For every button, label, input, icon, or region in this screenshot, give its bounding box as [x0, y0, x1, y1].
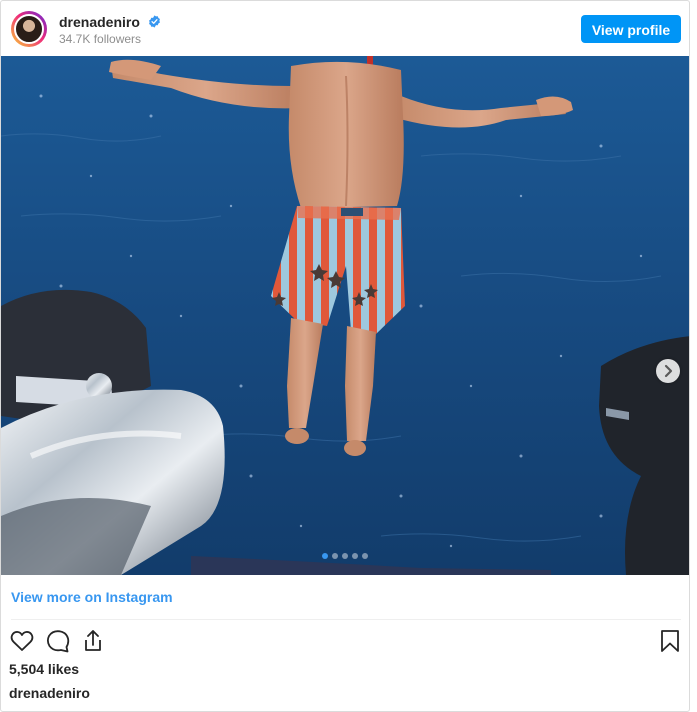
follower-count: 34.7K followers	[59, 32, 142, 46]
share-button[interactable]	[80, 628, 106, 654]
carousel-dot	[362, 553, 368, 559]
username-link[interactable]: drenadeniro	[59, 14, 161, 30]
save-button[interactable]	[657, 628, 683, 654]
username-text: drenadeniro	[59, 14, 140, 30]
carousel-dot	[352, 553, 358, 559]
divider	[11, 619, 681, 620]
post-image[interactable]	[1, 56, 689, 575]
avatar-image	[14, 14, 44, 44]
instagram-embed: drenadeniro 34.7K followers View profile	[0, 0, 690, 712]
photo-diver-jumping-into-sea	[1, 56, 689, 575]
view-profile-button[interactable]: View profile	[581, 15, 681, 43]
heart-icon	[10, 631, 34, 651]
caption-username[interactable]: drenadeniro	[9, 685, 90, 701]
comment-icon	[46, 630, 70, 653]
post-header: drenadeniro 34.7K followers View profile	[1, 1, 689, 56]
chevron-right-icon	[664, 364, 673, 378]
carousel-dot	[342, 553, 348, 559]
like-count[interactable]: 5,504 likes	[9, 661, 79, 677]
bookmark-icon	[661, 630, 679, 652]
carousel-indicator	[322, 553, 368, 559]
like-button[interactable]	[9, 628, 35, 654]
view-more-link[interactable]: View more on Instagram	[11, 589, 173, 605]
comment-button[interactable]	[45, 628, 71, 654]
next-photo-button[interactable]	[656, 359, 680, 383]
verified-badge-icon	[148, 15, 160, 28]
carousel-dot	[322, 553, 328, 559]
avatar[interactable]	[11, 11, 47, 47]
share-icon	[85, 630, 101, 651]
carousel-dot	[332, 553, 338, 559]
